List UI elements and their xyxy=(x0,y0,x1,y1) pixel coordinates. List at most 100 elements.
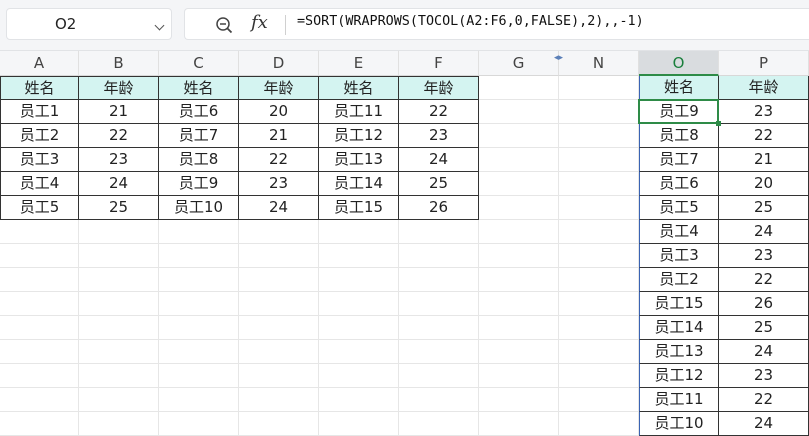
result-cell[interactable]: 25 xyxy=(719,316,809,340)
result-cell[interactable]: 22 xyxy=(719,268,809,292)
grid-cell[interactable] xyxy=(79,316,159,340)
table-header[interactable]: 年龄 xyxy=(399,76,479,100)
grid-cell[interactable] xyxy=(79,412,159,436)
grid-cell[interactable] xyxy=(479,100,559,124)
result-cell[interactable]: 员工7 xyxy=(639,148,719,172)
result-cell[interactable]: 员工10 xyxy=(639,412,719,436)
result-cell[interactable]: 25 xyxy=(719,196,809,220)
result-cell[interactable]: 23 xyxy=(719,244,809,268)
grid-cell[interactable] xyxy=(159,412,239,436)
grid-cell[interactable] xyxy=(319,268,399,292)
table-cell[interactable]: 员工12 xyxy=(319,124,399,148)
grid-cell[interactable] xyxy=(159,388,239,412)
table-cell[interactable]: 21 xyxy=(79,100,159,124)
result-cell[interactable]: 员工6 xyxy=(639,172,719,196)
grid-cell[interactable] xyxy=(0,268,79,292)
table-cell[interactable]: 22 xyxy=(399,100,479,124)
table-cell[interactable]: 24 xyxy=(79,172,159,196)
table-cell[interactable]: 员工4 xyxy=(0,172,79,196)
grid-cell[interactable] xyxy=(559,124,639,148)
result-cell[interactable]: 26 xyxy=(719,292,809,316)
grid-cell[interactable] xyxy=(319,364,399,388)
grid-cell[interactable] xyxy=(399,244,479,268)
grid-cell[interactable] xyxy=(559,340,639,364)
grid-cell[interactable] xyxy=(79,244,159,268)
grid-cell[interactable] xyxy=(399,220,479,244)
result-cell[interactable]: 23 xyxy=(719,100,809,124)
table-cell[interactable]: 22 xyxy=(79,124,159,148)
table-cell[interactable]: 24 xyxy=(399,148,479,172)
table-cell[interactable]: 24 xyxy=(239,196,319,220)
grid-cell[interactable] xyxy=(559,148,639,172)
table-header[interactable]: 姓名 xyxy=(0,76,79,100)
grid-cell[interactable] xyxy=(239,268,319,292)
grid-cell[interactable] xyxy=(0,220,79,244)
grid-cell[interactable] xyxy=(479,364,559,388)
result-cell[interactable]: 24 xyxy=(719,340,809,364)
zoom-icon[interactable] xyxy=(215,16,233,34)
grid-cell[interactable] xyxy=(479,412,559,436)
table-cell[interactable]: 员工14 xyxy=(319,172,399,196)
grid-cell[interactable] xyxy=(399,268,479,292)
result-cell[interactable]: 员工12 xyxy=(639,364,719,388)
grid-cell[interactable] xyxy=(479,124,559,148)
grid-cell[interactable] xyxy=(319,316,399,340)
grid-cell[interactable] xyxy=(319,220,399,244)
table-cell[interactable]: 21 xyxy=(239,124,319,148)
result-cell[interactable]: 员工5 xyxy=(639,196,719,220)
grid-cell[interactable] xyxy=(319,292,399,316)
hidden-columns-icon[interactable]: ◂▸ xyxy=(554,53,568,63)
grid-cell[interactable] xyxy=(319,244,399,268)
grid-cell[interactable] xyxy=(239,292,319,316)
column-header-o[interactable]: O xyxy=(639,51,719,76)
grid-cell[interactable] xyxy=(479,268,559,292)
grid-cell[interactable] xyxy=(479,220,559,244)
grid-cell[interactable] xyxy=(479,340,559,364)
table-header[interactable]: 年龄 xyxy=(79,76,159,100)
grid-cell[interactable] xyxy=(79,268,159,292)
name-box[interactable]: O2 xyxy=(6,8,172,40)
formula-text[interactable]: =SORT(WRAPROWS(TOCOL(A2:F6,0,FALSE),2),,… xyxy=(297,14,644,29)
result-cell[interactable]: 员工2 xyxy=(639,268,719,292)
result-cell[interactable]: 员工8 xyxy=(639,124,719,148)
table-cell[interactable]: 员工6 xyxy=(159,100,239,124)
fx-icon[interactable]: fx xyxy=(251,12,268,33)
grid-cell[interactable] xyxy=(559,220,639,244)
result-cell[interactable]: 员工3 xyxy=(639,244,719,268)
grid-cell[interactable] xyxy=(0,340,79,364)
column-header-a[interactable]: A xyxy=(0,51,79,76)
grid-cell[interactable] xyxy=(479,292,559,316)
result-cell[interactable]: 23 xyxy=(719,364,809,388)
grid-cell[interactable] xyxy=(79,292,159,316)
result-cell[interactable]: 24 xyxy=(719,412,809,436)
table-cell[interactable]: 23 xyxy=(79,148,159,172)
grid-cell[interactable] xyxy=(559,100,639,124)
table-cell[interactable]: 员工2 xyxy=(0,124,79,148)
grid-cell[interactable] xyxy=(479,148,559,172)
table-cell[interactable]: 员工5 xyxy=(0,196,79,220)
grid-cell[interactable] xyxy=(319,412,399,436)
grid-cell[interactable] xyxy=(399,412,479,436)
column-header-e[interactable]: E xyxy=(319,51,399,76)
grid-cell[interactable] xyxy=(559,316,639,340)
grid-cell[interactable] xyxy=(399,388,479,412)
result-header[interactable]: 姓名 xyxy=(639,76,719,100)
column-header-d[interactable]: D xyxy=(239,51,319,76)
result-cell[interactable]: 21 xyxy=(719,148,809,172)
table-cell[interactable]: 23 xyxy=(399,124,479,148)
result-cell[interactable]: 员工14 xyxy=(639,316,719,340)
grid-cell[interactable] xyxy=(559,412,639,436)
table-cell[interactable]: 员工3 xyxy=(0,148,79,172)
grid-cell[interactable] xyxy=(79,388,159,412)
result-cell[interactable]: 员工4 xyxy=(639,220,719,244)
grid-cell[interactable] xyxy=(479,316,559,340)
grid-cell[interactable] xyxy=(479,76,559,100)
grid-cell[interactable] xyxy=(0,412,79,436)
grid-cell[interactable] xyxy=(79,340,159,364)
grid-cell[interactable] xyxy=(399,364,479,388)
table-cell[interactable]: 员工9 xyxy=(159,172,239,196)
grid-cell[interactable] xyxy=(479,196,559,220)
grid-cell[interactable] xyxy=(159,268,239,292)
grid-cell[interactable] xyxy=(399,340,479,364)
grid-cell[interactable] xyxy=(479,388,559,412)
